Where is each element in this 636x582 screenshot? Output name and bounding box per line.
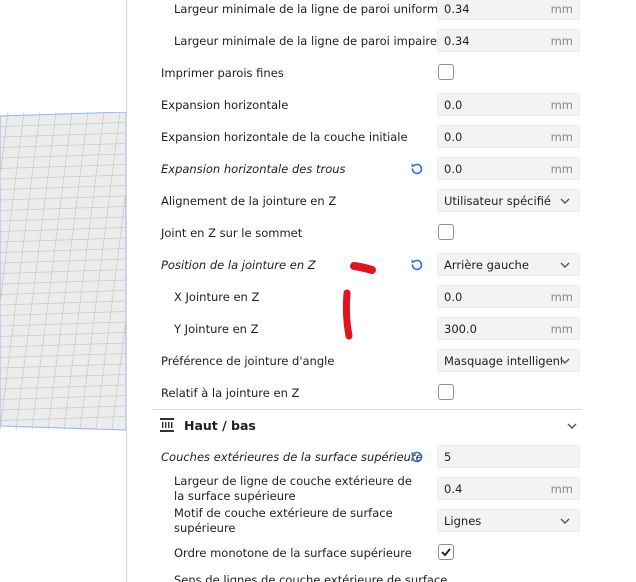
field-value: 300.0 [444,322,477,336]
setting-row: Préférence de jointure d'angle Masquage … [127,345,597,377]
dropdown-value: Lignes [444,514,482,528]
field-unit: mm [550,98,573,112]
field-unit: mm [550,290,573,304]
min-even-wall-width-input[interactable]: 0.34 mm [437,0,580,20]
setting-row: Imprimer parois fines [127,57,597,89]
setting-row: Y Jointure en Z 300.0 mm [127,313,597,345]
z-seam-on-vertex-checkbox[interactable] [438,224,454,240]
setting-row: Expansion horizontale 0.0 mm [127,89,597,121]
top-surface-skin-layers-input[interactable]: 5 [437,445,580,468]
field-unit: mm [550,162,573,176]
dropdown-value: Utilisateur spécifié [444,194,552,208]
dropdown-value: Masquage intelligent [444,354,562,368]
dropdown-value: Arrière gauche [444,258,529,272]
min-odd-wall-width-input[interactable]: 0.34 mm [437,29,580,52]
chevron-down-icon [560,518,570,524]
setting-label: Largeur minimale de la ligne de paroi im… [174,34,437,48]
setting-row: Largeur minimale de la ligne de paroi im… [127,25,597,57]
section-header-top-bottom[interactable]: Haut / bas [152,409,582,442]
field-value: 0.0 [444,162,463,176]
setting-row: Alignement de la jointure en Z Utilisate… [127,185,597,217]
initial-layer-horizontal-expansion-input[interactable]: 0.0 mm [437,125,580,148]
reset-icon[interactable] [409,257,425,273]
setting-row: Largeur de ligne de couche extérieure de… [127,473,597,505]
setting-label: X Jointure en Z [174,290,260,304]
chevron-down-icon [560,198,570,204]
field-value: 0.0 [444,130,463,144]
z-seam-x-input[interactable]: 0.0 mm [437,285,580,308]
setting-row: Couches extérieures de la surface supéri… [127,441,597,473]
field-value: 0.4 [444,482,463,496]
setting-label: Motif de couche extérieure de surface su… [174,506,393,535]
field-unit: mm [550,2,573,16]
print-settings-panel: Largeur minimale de la ligne de paroi un… [126,0,636,582]
chevron-down-icon [560,262,570,268]
setting-row: Position de la jointure en Z Arrière gau… [127,249,597,281]
setting-label: Préférence de jointure d'angle [161,354,335,368]
section-title: Haut / bas [184,418,256,433]
setting-row: Motif de couche extérieure de surface su… [127,505,597,537]
horizontal-expansion-input[interactable]: 0.0 mm [437,93,580,116]
setting-row: Largeur minimale de la ligne de paroi un… [127,0,597,25]
field-value: 0.34 [444,34,470,48]
z-seam-position-dropdown[interactable]: Arrière gauche [437,253,580,276]
setting-label: Relatif à la jointure en Z [161,386,300,400]
reset-icon[interactable] [409,161,425,177]
plate-surface [0,112,126,431]
setting-row: X Jointure en Z 0.0 mm [127,281,597,313]
setting-label: Couches extérieures de la surface supéri… [161,450,423,464]
hole-horizontal-expansion-input[interactable]: 0.0 mm [437,157,580,180]
chevron-down-icon[interactable] [566,420,578,432]
chevron-down-icon [560,358,570,364]
field-unit: mm [550,130,573,144]
z-seam-relative-checkbox[interactable] [438,384,454,400]
setting-row: Expansion horizontale de la couche initi… [127,121,597,153]
z-seam-y-input[interactable]: 300.0 mm [437,317,580,340]
field-value: 0.0 [444,98,463,112]
setting-row: Joint en Z sur le sommet [127,217,597,249]
setting-row: Sens de lignes de couche extérieure de s… [127,564,597,582]
top-surface-skin-line-width-input[interactable]: 0.4 mm [437,477,580,500]
top-surface-skin-pattern-dropdown[interactable]: Lignes [437,509,580,532]
setting-label: Expansion horizontale des trous [161,162,346,176]
setting-label: Alignement de la jointure en Z [161,194,337,208]
top-bottom-icon [160,418,174,432]
build-plate-grid [0,112,126,431]
seam-corner-preference-dropdown[interactable]: Masquage intelligent [437,349,580,372]
field-unit: mm [550,482,573,496]
setting-row: Relatif à la jointure en Z [127,377,597,409]
field-value: 5 [444,450,452,464]
3d-viewport[interactable] [0,0,126,582]
setting-label: Largeur de ligne de couche extérieure de… [174,474,412,503]
setting-label: Largeur minimale de la ligne de paroi un… [174,2,446,16]
checkmark-icon [441,548,451,557]
print-thin-walls-checkbox[interactable] [438,64,454,80]
field-value: 0.0 [444,290,463,304]
setting-label: Position de la jointure en Z [161,258,316,272]
setting-row: Expansion horizontale des trous 0.0 mm [127,153,597,185]
setting-label: Expansion horizontale de la couche initi… [161,130,408,144]
setting-label: Joint en Z sur le sommet [161,226,303,240]
setting-label: Expansion horizontale [161,98,289,112]
z-seam-alignment-dropdown[interactable]: Utilisateur spécifié [437,189,580,212]
field-unit: mm [550,322,573,336]
reset-icon[interactable] [409,449,425,465]
setting-label: Imprimer parois fines [161,66,284,80]
setting-label: Y Jointure en Z [174,322,259,336]
field-value: 0.34 [444,2,470,16]
monotonic-top-surface-checkbox[interactable] [438,544,454,560]
field-unit: mm [550,34,573,48]
setting-label: Sens de lignes de couche extérieure de s… [174,573,448,582]
